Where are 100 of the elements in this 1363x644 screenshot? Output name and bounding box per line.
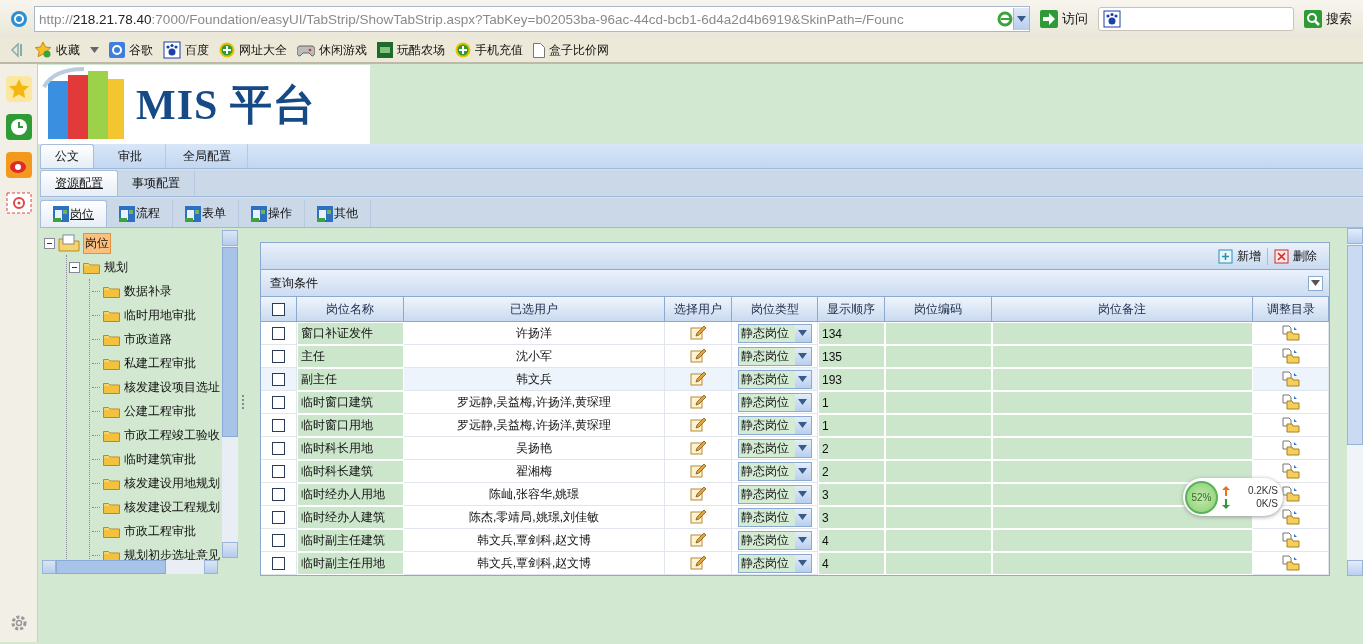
type-dropdown[interactable]: 静态岗位 [737,415,812,435]
tab[interactable]: 流程 [107,200,173,227]
tab[interactable]: 其他 [305,200,371,227]
edit-icon[interactable] [690,555,706,571]
edit-icon[interactable] [690,532,706,548]
edit-icon[interactable] [690,417,706,433]
tab[interactable]: 岗位 [40,200,107,227]
edit-icon[interactable] [690,325,706,341]
add-button[interactable]: 新增 [1212,247,1267,265]
vertical-scrollbar[interactable] [1347,228,1363,576]
checkbox[interactable] [272,326,285,340]
column-header[interactable]: 选择用户 [665,297,732,322]
column-header[interactable]: 岗位备注 [992,297,1253,322]
type-dropdown[interactable]: 静态岗位 [737,530,812,550]
tree-item[interactable]: 私建工程审批 [123,353,197,373]
tree-item[interactable]: 公建工程审批 [123,401,197,421]
collapse-icon[interactable] [69,261,80,273]
type-dropdown[interactable]: 静态岗位 [737,323,812,343]
bookmark-link[interactable]: 盒子比价网 [533,41,609,59]
checkbox[interactable] [272,464,285,478]
folder-icon[interactable] [1281,394,1300,410]
edit-icon[interactable] [690,371,706,387]
folder-icon[interactable] [1281,325,1300,341]
tab[interactable]: 事项配置 [118,170,195,196]
folder-icon[interactable] [1281,532,1300,548]
edit-icon[interactable] [690,463,706,479]
checkbox[interactable] [272,487,285,501]
folder-icon[interactable] [1281,371,1300,387]
tab[interactable]: 全局配置 [166,144,248,168]
tree-item[interactable]: 市政工程竣工验收 [123,425,221,445]
column-header[interactable]: 岗位名称 [297,297,404,322]
type-dropdown[interactable]: 静态岗位 [737,438,812,458]
eye-icon[interactable] [5,152,32,178]
folder-icon[interactable] [1281,486,1300,502]
tree-item[interactable]: 临时建筑审批 [123,449,197,469]
checkbox[interactable] [272,533,285,547]
address-field[interactable]: http://218.21.78.40:7000/Foundation/easyUI/TabStrip/ShowTabStrip.aspx?TabKey=b02053ba-96ac-44cd-bcb1-6d4a2d4b6919&SkinPath=/Founc [34,6,1030,32]
folder-icon[interactable] [1281,555,1300,571]
edit-icon[interactable] [690,440,706,456]
tree-item[interactable]: 核发建设用地规划 [123,473,221,493]
folder-icon[interactable] [1281,440,1300,456]
type-dropdown[interactable]: 静态岗位 [737,461,812,481]
tab[interactable]: 审批 [94,144,166,168]
column-header[interactable]: 岗位类型 [732,297,818,322]
column-header[interactable]: 调整目录 [1253,297,1329,322]
edit-icon[interactable] [690,348,706,364]
delete-button[interactable]: 删除 [1267,247,1323,265]
edit-icon[interactable] [690,509,706,525]
tab[interactable]: 表单 [173,200,239,227]
type-dropdown[interactable]: 静态岗位 [737,507,812,527]
horizontal-scrollbar[interactable] [42,560,218,574]
checkbox[interactable] [272,510,285,524]
go-button[interactable]: 访问 [1036,10,1092,28]
type-dropdown[interactable]: 静态岗位 [737,346,812,366]
dropdown-button[interactable] [1013,8,1029,30]
checkbox[interactable] [272,302,285,316]
settings-icon[interactable] [9,614,28,632]
column-header[interactable]: 已选用户 [404,297,665,322]
clock-icon[interactable] [5,114,32,140]
bookmark-link[interactable]: 收藏 [34,41,99,59]
search-button[interactable]: 搜索 [1300,10,1356,28]
checkbox[interactable] [272,349,285,363]
type-dropdown[interactable]: 静态岗位 [737,553,812,573]
edit-icon[interactable] [690,486,706,502]
tree-item[interactable]: 数据补录 [123,281,173,301]
checkbox[interactable] [272,441,285,455]
bookmark-link[interactable]: 手机充值 [455,41,523,59]
checkbox[interactable] [272,395,285,409]
tree-item[interactable]: 岗位 [83,232,111,254]
tree-item[interactable]: 市政工程审批 [123,521,197,541]
type-dropdown[interactable]: 静态岗位 [737,392,812,412]
type-dropdown[interactable]: 静态岗位 [737,484,812,504]
bookmark-link[interactable]: 网址大全 [219,41,287,59]
bookmark-link[interactable]: 百度 [163,41,209,59]
bookmark-link[interactable]: 谷歌 [109,41,153,59]
tree-item[interactable]: 核发建设项目选址 [123,377,221,397]
folder-icon[interactable] [1281,417,1300,433]
tree-item[interactable]: 核发建设工程规划 [123,497,221,517]
checkbox[interactable] [272,418,285,432]
type-dropdown[interactable]: 静态岗位 [737,369,812,389]
folder-icon[interactable] [1281,509,1300,525]
bookmark-link[interactable]: 玩酷农场 [377,41,445,59]
checkbox[interactable] [272,556,285,570]
edit-icon[interactable] [690,394,706,410]
search-field[interactable] [1098,7,1294,31]
collapse-icon[interactable] [44,237,55,249]
tab[interactable]: 操作 [239,200,305,227]
splitter-handle[interactable] [241,395,245,409]
checkbox[interactable] [272,372,285,386]
vertical-scrollbar[interactable] [222,230,238,558]
bookmark-link[interactable]: 休闲游戏 [297,41,367,59]
tree-item[interactable]: 市政道路 [123,329,173,349]
tree-item[interactable]: 规划 [103,257,129,277]
folder-icon[interactable] [1281,348,1300,364]
star-icon[interactable] [5,76,32,102]
tab[interactable]: 公文 [40,144,94,168]
column-header[interactable]: 岗位编码 [885,297,992,322]
tree-item[interactable]: 临时用地审批 [123,305,197,325]
folder-icon[interactable] [1281,463,1300,479]
tab[interactable]: 资源配置 [40,170,118,196]
